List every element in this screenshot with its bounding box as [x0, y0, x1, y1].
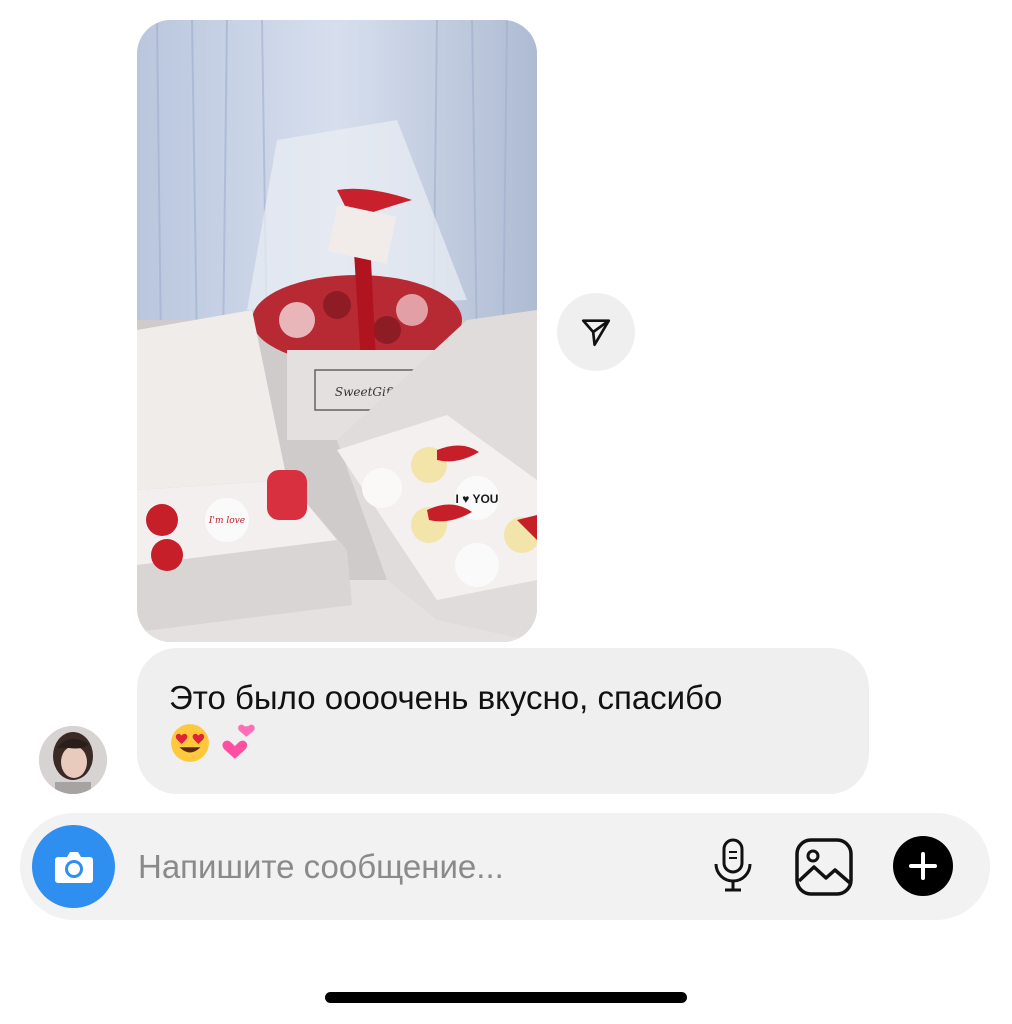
macaron-text: I'm love: [208, 516, 245, 526]
microphone-button[interactable]: [708, 835, 758, 897]
photo-message[interactable]: SweetGift I'm love I ♥ YOU: [137, 20, 537, 642]
photo-image: SweetGift I'm love I ♥ YOU: [137, 20, 537, 642]
two-hearts-emoji-icon: [222, 724, 255, 759]
plus-icon: [909, 852, 937, 880]
message-text: Это было оооочень вкусно, спасибо: [169, 679, 723, 716]
message-input[interactable]: [138, 841, 678, 893]
gallery-button[interactable]: [794, 837, 854, 897]
message-emojis: [169, 722, 837, 764]
cupcake-text: I ♥ YOU: [456, 492, 499, 506]
user-avatar: [39, 726, 107, 794]
paper-plane-icon: [581, 319, 611, 347]
sender-avatar[interactable]: [39, 726, 107, 794]
heart-eyes-emoji-icon: [171, 724, 209, 762]
image-icon: [795, 838, 853, 896]
camera-icon: [54, 851, 93, 883]
microphone-icon: [714, 838, 752, 892]
add-button[interactable]: [893, 836, 953, 896]
message-composer: [20, 813, 990, 920]
camera-button[interactable]: [32, 825, 115, 908]
message-bubble[interactable]: Это было оооочень вкусно, спасибо: [137, 648, 869, 794]
home-indicator[interactable]: [325, 992, 687, 1003]
share-button[interactable]: [557, 293, 635, 371]
